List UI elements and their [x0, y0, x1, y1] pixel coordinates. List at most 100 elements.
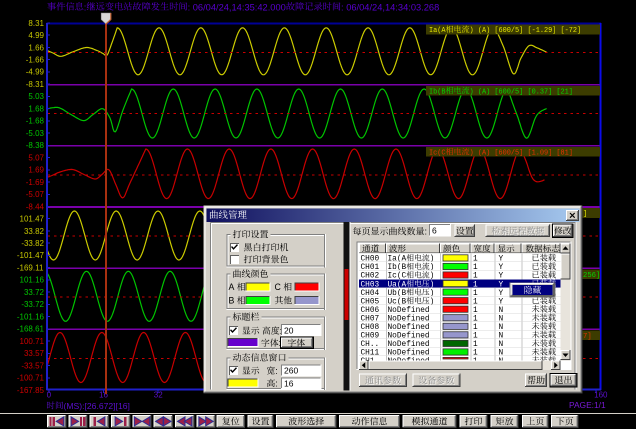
- svg-text:16: 16: [99, 391, 108, 400]
- svg-text::: :: [84, 2, 87, 12]
- svg-text:): ): [430, 281, 435, 289]
- svg-text:Y: Y: [499, 290, 504, 298]
- svg-text:: 06/04/24,14:34:03.268: : 06/04/24,14:34:03.268: [341, 2, 439, 12]
- svg-text:1.66: 1.66: [28, 43, 44, 52]
- svg-text:Ic(C: Ic(C: [429, 150, 446, 158]
- svg-text:Ib(B: Ib(B: [388, 264, 407, 272]
- svg-text:256]: 256]: [583, 272, 600, 280]
- svg-text:-5.07: -5.07: [26, 190, 45, 199]
- svg-text:N: N: [499, 307, 504, 315]
- svg-text:1: 1: [473, 290, 478, 298]
- svg-text:260: 260: [284, 366, 298, 376]
- svg-text:1: 1: [473, 324, 478, 332]
- svg-text:NoDefined: NoDefined: [388, 341, 430, 349]
- svg-text:-1.66: -1.66: [26, 56, 45, 65]
- svg-text:-1.69: -1.69: [26, 178, 45, 187]
- svg-text:-168.61: -168.61: [17, 325, 45, 334]
- svg-text:Ua(A: Ua(A: [388, 281, 407, 289]
- svg-text:33.82: 33.82: [24, 227, 45, 236]
- svg-text:-8.38: -8.38: [26, 141, 45, 150]
- svg-text:CH09: CH09: [361, 333, 380, 341]
- svg-text:-167.85: -167.85: [17, 386, 45, 395]
- svg-text:CH03: CH03: [361, 281, 380, 289]
- svg-text:C: C: [275, 282, 284, 292]
- svg-text:) (A) [600/5] [0.37] [21]: ) (A) [600/5] [0.37] [21]: [470, 88, 573, 96]
- svg-text:NoDefined: NoDefined: [388, 315, 430, 323]
- svg-text:-8.44: -8.44: [26, 202, 45, 211]
- svg-text:5.03: 5.03: [28, 92, 44, 101]
- svg-text:101.16: 101.16: [20, 276, 45, 285]
- svg-text::: :: [275, 366, 277, 376]
- svg-text:-1.68: -1.68: [26, 117, 45, 126]
- svg-text:CH00: CH00: [361, 256, 380, 264]
- svg-text:-33.57: -33.57: [21, 361, 44, 370]
- svg-text:5.07: 5.07: [28, 153, 44, 162]
- svg-text:1: 1: [473, 298, 478, 306]
- svg-text:(MS):[26.672][16]: (MS):[26.672][16]: [64, 401, 130, 411]
- svg-text:CH..: CH..: [361, 341, 380, 349]
- svg-text:Y: Y: [499, 281, 504, 289]
- svg-text:-100.71: -100.71: [17, 374, 45, 383]
- svg-text:-33.82: -33.82: [21, 239, 44, 248]
- svg-text:: 06/04/24,14:35:42.000: : 06/04/24,14:35:42.000: [188, 2, 286, 12]
- svg-text:) (A) [600/5] [-1.29] [-72]: ) (A) [600/5] [-1.29] [-72]: [470, 27, 582, 35]
- svg-text:CH07: CH07: [361, 315, 380, 323]
- svg-text:1: 1: [473, 315, 478, 323]
- svg-text:1: 1: [473, 350, 478, 358]
- svg-text:-4.99: -4.99: [26, 68, 45, 77]
- svg-text:NoDefined: NoDefined: [388, 333, 430, 341]
- svg-text:): ): [430, 290, 435, 298]
- svg-text:Y: Y: [499, 256, 504, 264]
- svg-text:Ia(A: Ia(A: [388, 256, 407, 264]
- svg-text:CH04: CH04: [361, 290, 380, 298]
- svg-text:0: 0: [47, 391, 52, 400]
- svg-text:-101.47: -101.47: [17, 251, 45, 260]
- svg-text:Ib(B: Ib(B: [429, 88, 446, 96]
- svg-text:7]: 7]: [583, 333, 592, 341]
- svg-text:CH05: CH05: [361, 298, 380, 306]
- svg-text:Ub(B: Ub(B: [388, 290, 407, 298]
- svg-text:NoDefined: NoDefined: [388, 324, 430, 332]
- svg-text:-8.31: -8.31: [26, 80, 45, 89]
- svg-text:PAGE:1/1: PAGE:1/1: [569, 400, 606, 410]
- svg-text::: :: [425, 227, 430, 237]
- svg-text:1: 1: [473, 264, 478, 272]
- svg-text:Y: Y: [499, 298, 504, 306]
- svg-text:CH01: CH01: [361, 264, 380, 272]
- svg-text:32: 32: [154, 391, 163, 400]
- svg-text:1.69: 1.69: [28, 166, 44, 175]
- svg-text:1: 1: [473, 333, 478, 341]
- svg-text:CH11: CH11: [361, 350, 380, 358]
- svg-text:33.72: 33.72: [24, 288, 45, 297]
- svg-text:33.57: 33.57: [24, 349, 45, 358]
- svg-text:1: 1: [473, 281, 478, 289]
- svg-text:N: N: [499, 315, 504, 323]
- svg-text:A: A: [229, 282, 237, 292]
- svg-text:N: N: [499, 341, 504, 349]
- svg-text:N: N: [499, 350, 504, 358]
- svg-text:8.31: 8.31: [28, 19, 44, 28]
- svg-text:1: 1: [473, 256, 478, 264]
- svg-text:Y: Y: [499, 264, 504, 272]
- svg-text:20: 20: [284, 325, 294, 335]
- svg-text:-33.72: -33.72: [21, 300, 44, 309]
- svg-text:1: 1: [473, 341, 478, 349]
- svg-text:CH08: CH08: [361, 324, 380, 332]
- svg-text:): ): [430, 298, 435, 306]
- svg-text:): ): [430, 264, 435, 272]
- svg-text:B: B: [229, 296, 237, 306]
- svg-text:N: N: [499, 333, 504, 341]
- svg-text:): ): [430, 256, 435, 264]
- svg-text:]: ]: [583, 211, 587, 219]
- svg-text:-101.16: -101.16: [17, 312, 45, 321]
- svg-text:4.99: 4.99: [28, 31, 44, 40]
- svg-text:160: 160: [594, 391, 608, 400]
- svg-text:CH06: CH06: [361, 307, 380, 315]
- svg-text:Ia(A: Ia(A: [429, 27, 446, 35]
- svg-text:) (A) [600/5] [1.09] [81]: ) (A) [600/5] [1.09] [81]: [470, 150, 573, 158]
- svg-text:6: 6: [432, 226, 437, 236]
- svg-text:NoDefined: NoDefined: [388, 350, 430, 358]
- svg-text:-5.03: -5.03: [26, 129, 45, 138]
- svg-text:16: 16: [284, 378, 294, 388]
- svg-text:-169.11: -169.11: [17, 263, 44, 272]
